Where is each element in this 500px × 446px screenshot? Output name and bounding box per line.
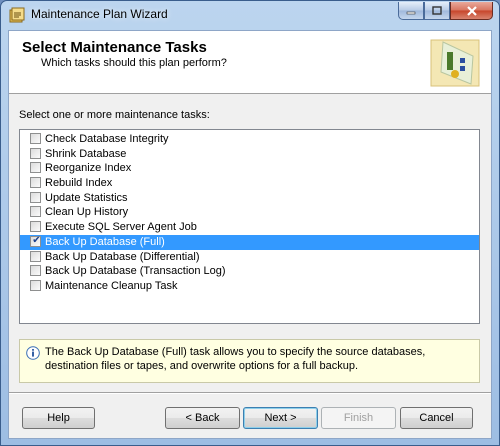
task-label: Maintenance Cleanup Task (45, 279, 178, 292)
maintenance-task-list[interactable]: Check Database Integrity Shrink Database… (19, 129, 480, 324)
task-item[interactable]: Reorganize Index (20, 161, 479, 176)
task-item[interactable]: Maintenance Cleanup Task (20, 279, 479, 294)
checkmark-icon: ✔ (32, 234, 41, 246)
task-description-text: The Back Up Database (Full) task allows … (45, 346, 426, 372)
finish-button[interactable]: Finish (321, 407, 396, 429)
task-item[interactable]: Back Up Database (Differential) (20, 250, 479, 265)
close-icon (466, 5, 477, 16)
task-label: Execute SQL Server Agent Job (45, 221, 197, 234)
task-label: Back Up Database (Transaction Log) (45, 265, 226, 278)
task-label: Check Database Integrity (45, 133, 169, 145)
page-subtitle: Which tasks should this plan perform? (41, 57, 227, 69)
title-bar[interactable]: Maintenance Plan Wizard (1, 1, 499, 29)
task-checkbox[interactable] (30, 206, 41, 218)
task-checkbox[interactable] (30, 147, 41, 159)
maximize-button[interactable] (424, 2, 450, 20)
task-label: Back Up Database (Differential) (45, 250, 200, 263)
info-icon (26, 346, 40, 360)
task-item[interactable]: Clean Up History (20, 205, 479, 220)
wizard-body: Select Maintenance Tasks Which tasks sho… (8, 30, 492, 439)
task-item[interactable]: Back Up Database (Transaction Log) (20, 264, 479, 279)
wizard-header: Select Maintenance Tasks Which tasks sho… (9, 31, 491, 94)
caption-buttons (398, 2, 493, 20)
window-title: Maintenance Plan Wizard (31, 7, 168, 21)
app-icon (9, 7, 25, 23)
minimize-icon (406, 11, 416, 14)
footer-divider (9, 392, 491, 394)
task-checkbox[interactable] (30, 265, 41, 277)
task-label: Back Up Database (Full) (45, 235, 165, 248)
page-title: Select Maintenance Tasks (22, 39, 207, 56)
minimize-button[interactable] (398, 2, 424, 20)
task-item[interactable]: Update Statistics (20, 191, 479, 206)
task-item[interactable]: Rebuild Index (20, 176, 479, 191)
task-label: Clean Up History (45, 206, 129, 219)
task-item[interactable]: Shrink Database (20, 147, 479, 162)
task-label: Update Statistics (45, 191, 128, 204)
task-item[interactable]: Check Database Integrity (20, 132, 479, 147)
task-checkbox[interactable] (30, 133, 41, 144)
task-label: Shrink Database (45, 147, 127, 160)
task-checkbox[interactable] (30, 279, 41, 291)
back-button[interactable]: < Back (165, 407, 240, 429)
wizard-window: Maintenance Plan Wizard Select Maintenan… (0, 0, 500, 446)
task-checkbox-checked[interactable]: ✔ (30, 234, 41, 247)
task-checkbox[interactable] (30, 177, 41, 189)
task-checkbox[interactable] (30, 191, 41, 203)
wizard-banner-icon (430, 39, 480, 87)
task-item[interactable]: Execute SQL Server Agent Job (20, 220, 479, 235)
task-checkbox[interactable] (30, 250, 41, 262)
task-checkbox[interactable] (30, 162, 41, 174)
help-button[interactable]: Help (22, 407, 95, 429)
close-button[interactable] (450, 2, 493, 20)
task-list-prompt: Select one or more maintenance tasks: (19, 109, 210, 121)
cancel-button[interactable]: Cancel (400, 407, 473, 429)
task-item-selected[interactable]: ✔ Back Up Database (Full) (20, 234, 479, 250)
task-description-box: The Back Up Database (Full) task allows … (19, 339, 480, 383)
task-label: Rebuild Index (45, 177, 113, 190)
task-label: Reorganize Index (45, 162, 132, 175)
maximize-icon (432, 6, 442, 15)
next-button[interactable]: Next > (243, 407, 318, 429)
task-checkbox[interactable] (30, 221, 41, 233)
